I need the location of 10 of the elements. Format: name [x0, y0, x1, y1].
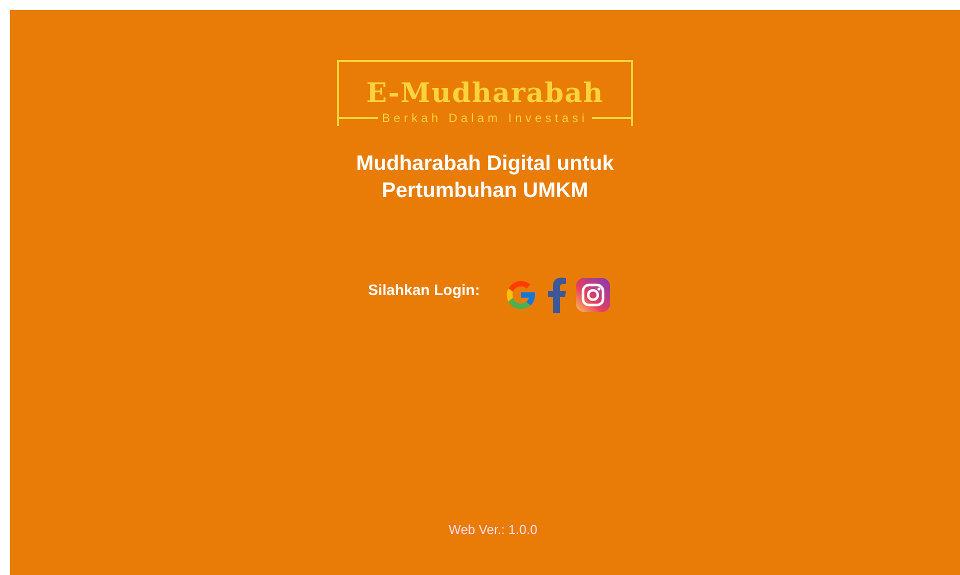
logo-title: E-Mudharabah [365, 80, 605, 107]
version-text: Web Ver.: 1.0.0 [448, 520, 538, 538]
instagram-logo-icon [576, 278, 610, 312]
login-label: Silahkan Login: [368, 281, 480, 302]
logo-tagline: Berkah Dalam Investasi [381, 110, 589, 127]
instagram-login-button[interactable] [576, 278, 610, 312]
facebook-login-button[interactable] [546, 276, 568, 313]
headline-text: Pertumbuhan UMKM [380, 178, 590, 204]
headline-text: Mudharabah Digital untuk [356, 151, 614, 177]
facebook-logo-icon [546, 276, 568, 313]
